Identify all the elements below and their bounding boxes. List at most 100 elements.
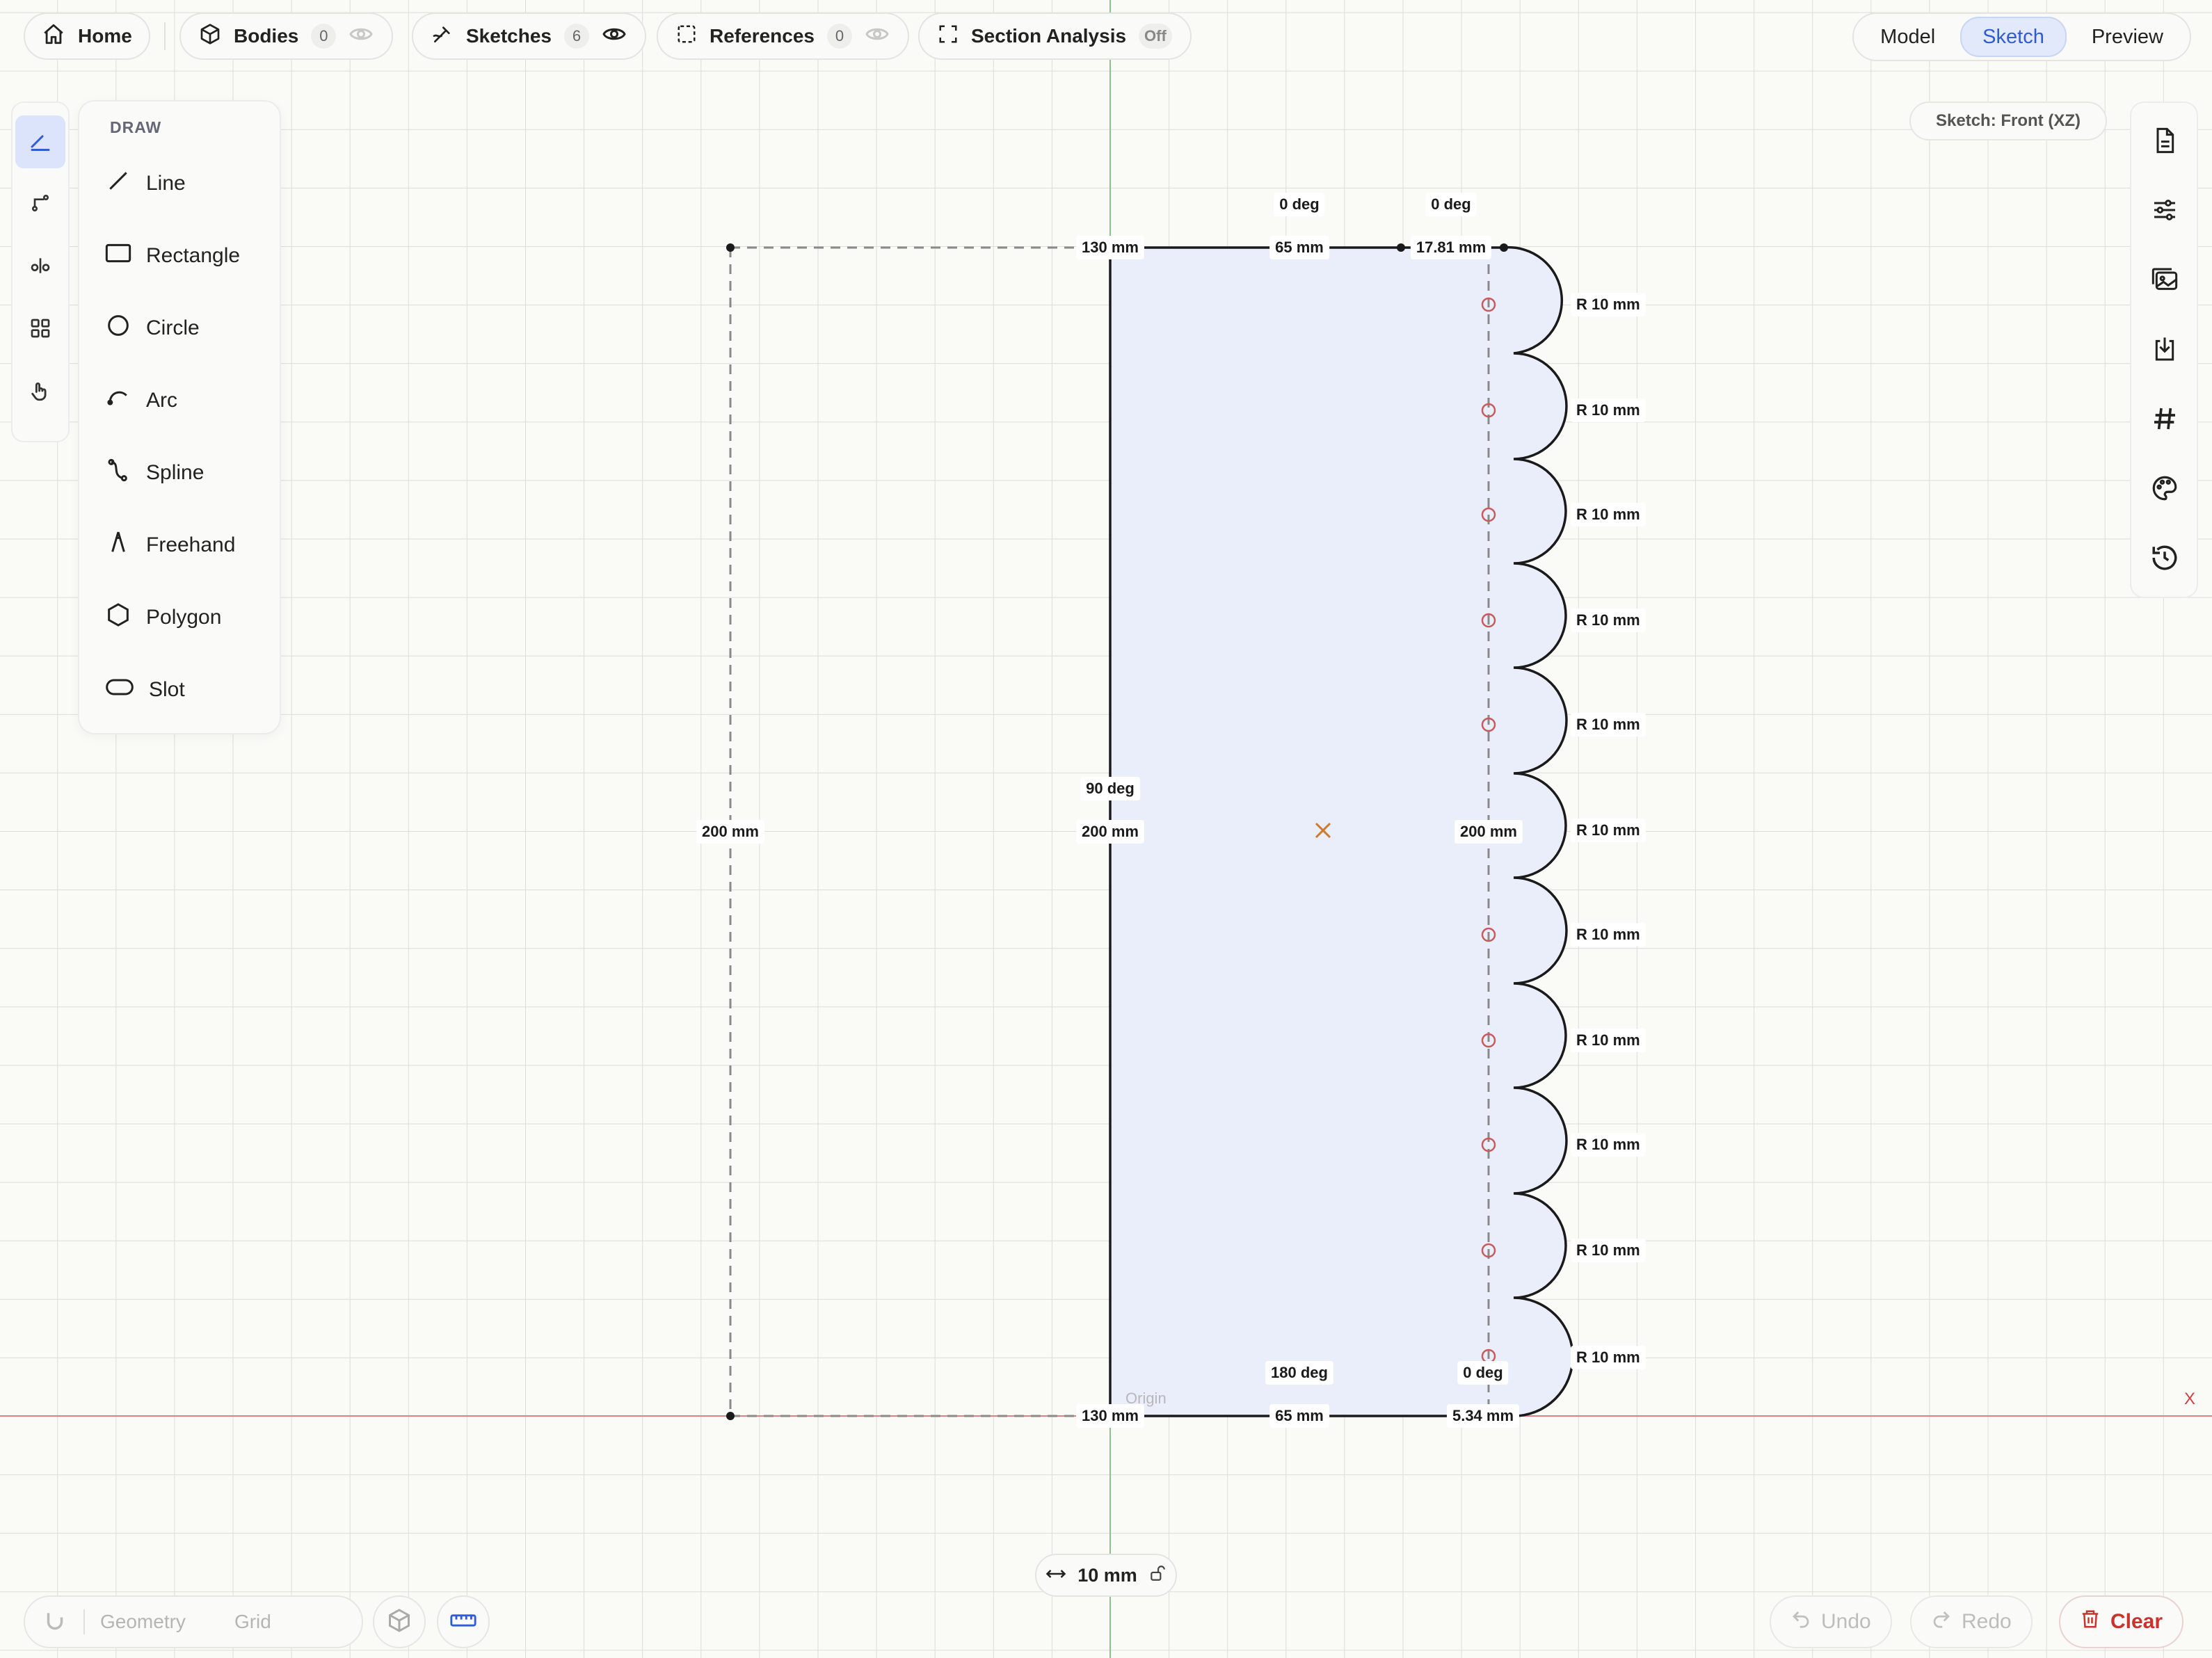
dim-radius[interactable]: R 10 mm bbox=[1571, 399, 1646, 422]
draw-polygon-item[interactable]: Polygon bbox=[104, 590, 271, 645]
dim-radius[interactable]: R 10 mm bbox=[1571, 1029, 1646, 1052]
dim-angle-bottom-0[interactable]: 0 deg bbox=[1457, 1361, 1509, 1385]
draw-circle-item[interactable]: Circle bbox=[104, 300, 271, 356]
dim-radius[interactable]: R 10 mm bbox=[1571, 923, 1646, 947]
draw-item-label: Freehand bbox=[146, 533, 236, 556]
section-analysis-label: Section Analysis bbox=[971, 25, 1127, 47]
sketch-plane-label: Sketch: Front (XZ) bbox=[1909, 102, 2107, 140]
clear-button[interactable]: Clear bbox=[2059, 1595, 2184, 1648]
width-arrows-icon bbox=[1045, 1565, 1066, 1586]
dim-radius[interactable]: R 10 mm bbox=[1571, 1346, 1646, 1369]
draw-tool-icon bbox=[28, 128, 53, 156]
dim-radius[interactable]: R 10 mm bbox=[1571, 819, 1646, 842]
import-button[interactable] bbox=[2144, 330, 2186, 371]
draw-tool-button[interactable] bbox=[15, 115, 65, 168]
home-label: Home bbox=[78, 25, 132, 47]
toolbar-divider bbox=[164, 22, 166, 50]
dim-top-width-65[interactable]: 65 mm bbox=[1269, 236, 1329, 259]
dim-bottom-width-65[interactable]: 65 mm bbox=[1269, 1404, 1329, 1428]
sliders-button[interactable] bbox=[2144, 191, 2186, 232]
draw-line-item[interactable]: Line bbox=[104, 156, 271, 211]
view-cube-button[interactable] bbox=[373, 1595, 426, 1648]
draw-freehand-item[interactable]: Freehand bbox=[104, 517, 271, 573]
geometry-snap-toggle[interactable]: Geometry bbox=[100, 1611, 186, 1633]
dim-radius[interactable]: R 10 mm bbox=[1571, 713, 1646, 737]
draw-rectangle-item[interactable]: Rectangle bbox=[104, 228, 271, 284]
dim-radius[interactable]: R 10 mm bbox=[1571, 293, 1646, 316]
mode-sketch-tab[interactable]: Sketch bbox=[1960, 17, 2067, 57]
dim-top-width-130[interactable]: 130 mm bbox=[1076, 236, 1144, 259]
redo-button[interactable]: Redo bbox=[1910, 1595, 2033, 1648]
history-button[interactable] bbox=[2144, 538, 2186, 580]
eye-off-icon[interactable] bbox=[865, 22, 890, 51]
draw-slot-item[interactable]: Slot bbox=[104, 662, 271, 718]
select-hand-button[interactable] bbox=[15, 366, 65, 419]
mirror-tool-icon bbox=[29, 255, 51, 280]
document-button[interactable] bbox=[2144, 121, 2186, 163]
eye-off-icon[interactable] bbox=[348, 22, 374, 51]
references-button[interactable]: References 0 bbox=[657, 13, 909, 60]
draw-arc-item[interactable]: Arc bbox=[104, 373, 271, 428]
dim-height-left-200[interactable]: 200 mm bbox=[696, 820, 764, 844]
mode-preview-tab[interactable]: Preview bbox=[2071, 18, 2184, 56]
mirror-tool-button[interactable] bbox=[15, 241, 65, 293]
dim-angle-90[interactable]: 90 deg bbox=[1080, 777, 1140, 800]
mode-model-tab[interactable]: Model bbox=[1859, 18, 1956, 56]
draw-menu: DRAW Line Rectangle Circle Arc Spline Fr… bbox=[78, 100, 281, 734]
select-hand-icon bbox=[29, 379, 52, 406]
left-tool-rail bbox=[11, 102, 70, 442]
sketches-button[interactable]: Sketches 6 bbox=[412, 13, 646, 60]
draw-item-label: Arc bbox=[146, 389, 177, 412]
palette-button[interactable] bbox=[2144, 469, 2186, 510]
unlock-icon[interactable] bbox=[1148, 1563, 1167, 1588]
references-label: References bbox=[710, 25, 815, 47]
section-frame-icon bbox=[938, 24, 959, 49]
dim-bottom-5-34[interactable]: 5.34 mm bbox=[1446, 1404, 1520, 1428]
draw-item-label: Spline bbox=[146, 461, 205, 484]
dim-angle-top-b[interactable]: 0 deg bbox=[1425, 193, 1477, 216]
section-state-badge: Off bbox=[1139, 24, 1172, 49]
dim-radius[interactable]: R 10 mm bbox=[1571, 1133, 1646, 1157]
dim-angle-top-a[interactable]: 0 deg bbox=[1274, 193, 1325, 216]
constraint-tool-button[interactable] bbox=[15, 178, 65, 231]
document-icon bbox=[2151, 127, 2179, 158]
image-button[interactable] bbox=[2144, 260, 2186, 302]
hash-icon bbox=[2151, 405, 2179, 436]
undo-button[interactable]: Undo bbox=[1770, 1595, 1892, 1648]
arc-icon bbox=[104, 384, 132, 417]
bodies-button[interactable]: Bodies 0 bbox=[179, 13, 394, 60]
cube-outline-icon bbox=[387, 1608, 412, 1636]
grid-snap-toggle[interactable]: Grid bbox=[234, 1611, 271, 1633]
sketches-label: Sketches bbox=[466, 25, 552, 47]
hash-button[interactable] bbox=[2144, 399, 2186, 441]
draw-item-label: Rectangle bbox=[146, 244, 241, 267]
section-analysis-button[interactable]: Section Analysis Off bbox=[918, 13, 1192, 60]
home-button[interactable]: Home bbox=[24, 13, 150, 60]
draw-item-label: Slot bbox=[149, 678, 185, 701]
dim-radius[interactable]: R 10 mm bbox=[1571, 609, 1646, 632]
right-tool-rail bbox=[2130, 102, 2198, 598]
redo-icon bbox=[1931, 1609, 1952, 1635]
trash-icon bbox=[2080, 1608, 2101, 1636]
magnet-icon[interactable] bbox=[42, 1609, 68, 1635]
pattern-tool-button[interactable] bbox=[15, 303, 65, 356]
dim-top-17-81[interactable]: 17.81 mm bbox=[1410, 236, 1492, 259]
grid-step-control[interactable]: 10 mm bbox=[1035, 1554, 1177, 1597]
draw-spline-item[interactable]: Spline bbox=[104, 445, 271, 501]
dim-radius[interactable]: R 10 mm bbox=[1571, 1239, 1646, 1262]
eye-icon[interactable] bbox=[602, 22, 627, 51]
palette-icon bbox=[2150, 474, 2179, 506]
dim-angle-180[interactable]: 180 deg bbox=[1265, 1361, 1333, 1385]
dim-height-right-200[interactable]: 200 mm bbox=[1454, 820, 1523, 844]
clear-label: Clear bbox=[2110, 1610, 2163, 1633]
dim-height-mid-200[interactable]: 200 mm bbox=[1076, 820, 1144, 844]
image-icon bbox=[2150, 266, 2179, 297]
bodies-count-badge: 0 bbox=[311, 24, 337, 49]
pattern-tool-icon bbox=[29, 317, 51, 343]
dim-radius[interactable]: R 10 mm bbox=[1571, 503, 1646, 526]
polygon-icon bbox=[104, 601, 132, 634]
undo-icon bbox=[1790, 1609, 1811, 1635]
dim-bottom-width-130[interactable]: 130 mm bbox=[1076, 1404, 1144, 1428]
measure-button[interactable] bbox=[437, 1595, 490, 1648]
line-icon bbox=[104, 167, 132, 200]
